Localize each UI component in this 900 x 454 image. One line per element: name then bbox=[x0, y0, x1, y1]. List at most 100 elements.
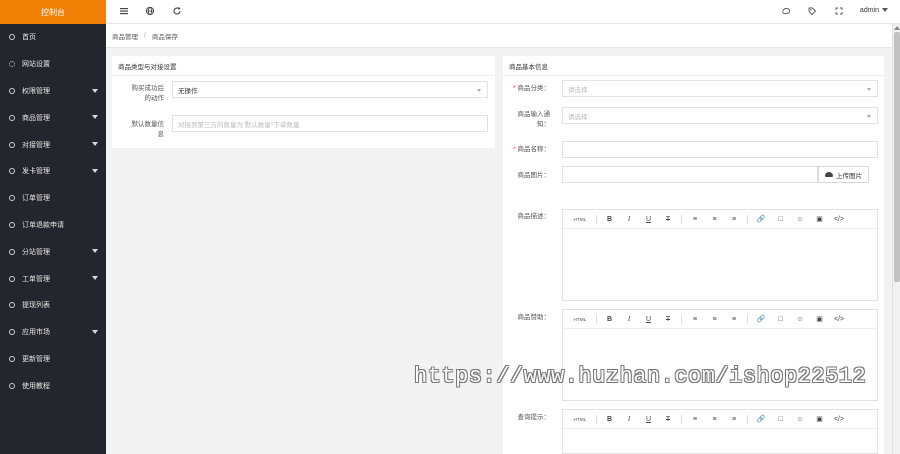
card-title: 商品基本信息 bbox=[503, 56, 884, 76]
sidebar-item[interactable]: 对接管理 bbox=[0, 131, 106, 158]
table-icon[interactable]: □ bbox=[774, 213, 787, 226]
align-right-icon[interactable]: ≡ bbox=[728, 313, 741, 326]
product-image-label: 商品图片： bbox=[517, 172, 551, 179]
sidebar-item[interactable]: 分站管理 bbox=[0, 238, 106, 265]
link-icon[interactable]: 🔗 bbox=[755, 413, 768, 426]
table-icon[interactable]: □ bbox=[774, 413, 787, 426]
sidebar-item[interactable]: 订单退款申请 bbox=[0, 212, 106, 239]
circle-icon bbox=[9, 275, 15, 282]
sidebar-item[interactable]: 更新管理 bbox=[0, 346, 106, 373]
bold-icon[interactable]: B bbox=[603, 213, 616, 226]
default-qty-label: 默认数量信 息 bbox=[126, 120, 165, 140]
page-scrollbar[interactable] bbox=[892, 24, 900, 454]
italic-icon[interactable]: I bbox=[623, 213, 636, 226]
align-right-icon[interactable]: ≡ bbox=[728, 213, 741, 226]
default-qty-input[interactable]: 对接到第三方的数量为 默认数量*下单数量 bbox=[172, 115, 488, 132]
product-name-input[interactable] bbox=[562, 141, 878, 158]
image-icon[interactable]: ▣ bbox=[813, 313, 826, 326]
breadcrumb-item[interactable]: 商品管理 bbox=[112, 31, 138, 41]
emoji-icon[interactable]: ☺ bbox=[794, 213, 807, 226]
bold-icon[interactable]: B bbox=[603, 313, 616, 326]
align-center-icon[interactable]: ≡ bbox=[708, 413, 721, 426]
underline-icon[interactable]: U bbox=[642, 313, 655, 326]
scroll-up-icon[interactable] bbox=[894, 26, 900, 30]
sidebar-item[interactable]: 商品管理 bbox=[0, 104, 106, 131]
align-left-icon[interactable]: ≡ bbox=[689, 213, 702, 226]
group-label: 商品输入通 知： bbox=[508, 110, 551, 130]
image-icon[interactable]: ▣ bbox=[813, 413, 826, 426]
group-select[interactable]: 请选择 bbox=[562, 107, 878, 124]
emoji-icon[interactable]: ☺ bbox=[794, 313, 807, 326]
sidebar-item[interactable]: 应用市场 bbox=[0, 319, 106, 346]
toolbar-divider bbox=[595, 414, 597, 424]
strikethrough-icon[interactable]: T bbox=[662, 313, 675, 326]
sidebar-item[interactable]: 使用教程 bbox=[0, 372, 106, 399]
brand-title[interactable]: 控制台 bbox=[0, 0, 106, 24]
underline-icon[interactable]: U bbox=[642, 213, 655, 226]
sidebar-item-label: 订单退款申请 bbox=[22, 221, 64, 229]
strikethrough-icon[interactable]: T bbox=[662, 213, 675, 226]
html-mode-icon[interactable]: HTML bbox=[571, 313, 589, 326]
image-icon[interactable]: ▣ bbox=[813, 213, 826, 226]
align-center-icon[interactable]: ≡ bbox=[708, 313, 721, 326]
sidebar-item[interactable]: 权限管理 bbox=[0, 78, 106, 105]
menu-icon[interactable] bbox=[118, 6, 130, 18]
html-mode-icon[interactable]: HTML bbox=[571, 413, 589, 426]
align-right-icon[interactable]: ≡ bbox=[728, 413, 741, 426]
link-icon[interactable]: 🔗 bbox=[755, 313, 768, 326]
emoji-icon[interactable]: ☺ bbox=[794, 413, 807, 426]
sidebar-item[interactable]: 网站设置 bbox=[0, 51, 106, 78]
code-icon[interactable]: </> bbox=[833, 313, 846, 326]
required-mark: * bbox=[512, 85, 516, 92]
sidebar-item[interactable]: 首页 bbox=[0, 24, 106, 51]
product-image-input[interactable] bbox=[562, 166, 818, 183]
notes-label: 商品赞助： bbox=[517, 314, 551, 321]
code-icon[interactable]: </> bbox=[833, 413, 846, 426]
table-icon[interactable]: □ bbox=[774, 313, 787, 326]
strikethrough-icon[interactable]: T bbox=[662, 413, 675, 426]
sidebar-item[interactable]: 发卡管理 bbox=[0, 158, 106, 185]
refresh-icon[interactable] bbox=[171, 6, 183, 18]
circle-icon bbox=[9, 34, 15, 41]
html-mode-icon[interactable]: HTML bbox=[571, 213, 589, 226]
user-menu[interactable]: admin bbox=[860, 7, 888, 14]
code-icon[interactable]: </> bbox=[833, 213, 846, 226]
sidebar-item[interactable]: 订单管理 bbox=[0, 185, 106, 212]
upload-image-button[interactable]: 上传图片 bbox=[818, 166, 869, 183]
breadcrumb: 商品管理 / 商品保存 bbox=[106, 24, 892, 48]
query-tips-editor[interactable]: HTML B I U T ≡ ≡ ≡ 🔗 □ ☺ ▣ </> bbox=[562, 409, 878, 454]
chevron-down-icon bbox=[92, 276, 98, 281]
purchase-action-select[interactable]: 无操作 bbox=[172, 81, 488, 98]
align-left-icon[interactable]: ≡ bbox=[689, 413, 702, 426]
chevron-down-icon bbox=[92, 249, 98, 254]
username: admin bbox=[859, 7, 879, 14]
globe-icon[interactable] bbox=[144, 6, 156, 18]
theme-icon[interactable] bbox=[780, 6, 792, 18]
label-text: 商品名称： bbox=[517, 146, 551, 153]
italic-icon[interactable]: I bbox=[623, 313, 636, 326]
label-line: 的动作 bbox=[144, 95, 165, 102]
editor-content-area[interactable] bbox=[563, 429, 877, 453]
italic-icon[interactable]: I bbox=[623, 413, 636, 426]
align-left-icon[interactable]: ≡ bbox=[689, 313, 702, 326]
label-line: 默认数量信 bbox=[131, 121, 165, 128]
sidebar-item[interactable]: 工单管理 bbox=[0, 265, 106, 292]
toolbar-divider bbox=[595, 214, 597, 224]
select-value: 无操作 bbox=[178, 87, 198, 95]
category-select[interactable]: 请选择 bbox=[562, 80, 878, 97]
fullscreen-icon[interactable] bbox=[833, 6, 845, 18]
sidebar-item-label: 发卡管理 bbox=[22, 168, 50, 176]
link-icon[interactable]: 🔗 bbox=[755, 213, 768, 226]
circle-icon bbox=[9, 382, 15, 389]
underline-icon[interactable]: U bbox=[642, 413, 655, 426]
editor-content-area[interactable] bbox=[563, 229, 877, 300]
scrollbar-thumb[interactable] bbox=[894, 32, 900, 282]
editor-toolbar: HTML B I U T ≡ ≡ ≡ 🔗 □ ☺ ▣ </> bbox=[563, 310, 877, 329]
description-label: 商品描述： bbox=[517, 213, 551, 220]
align-center-icon[interactable]: ≡ bbox=[708, 213, 721, 226]
product-type-card: 商品类型与对接设置 bbox=[112, 56, 495, 148]
tag-icon[interactable] bbox=[806, 6, 818, 18]
bold-icon[interactable]: B bbox=[603, 413, 616, 426]
sidebar-item[interactable]: 提现列表 bbox=[0, 292, 106, 319]
description-editor[interactable]: HTML B I U T ≡ ≡ ≡ 🔗 □ ☺ ▣ </> bbox=[562, 209, 878, 301]
